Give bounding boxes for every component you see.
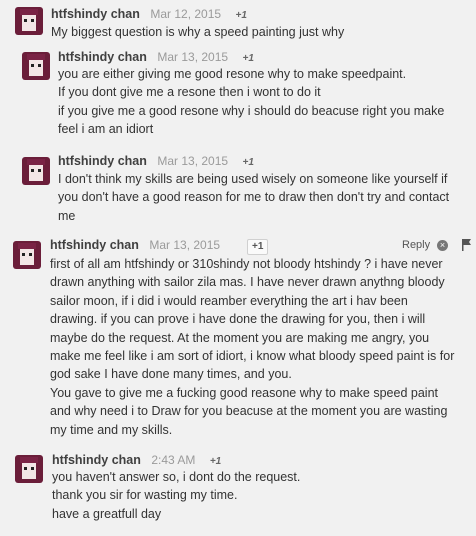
comment-line: sailor moon, if i did i would reamber ev…	[50, 293, 408, 308]
comment-text: you are either giving me good resone why…	[58, 65, 444, 139]
comment-line: you don't have a good reason for me to d…	[58, 190, 450, 205]
avatar[interactable]	[13, 241, 41, 269]
comment-1: htfshindy chan Mar 12, 2015 +1 My bigges…	[0, 0, 476, 48]
comment-line: you are either giving me good resone why…	[58, 67, 407, 81]
comment-date[interactable]: Mar 13, 2015	[157, 50, 228, 64]
comment-line: and why need i to Draw for you beacuse a…	[50, 404, 448, 419]
comment-text: you haven't answer so, i dont do the req…	[52, 468, 300, 523]
comment-line: my time and my skills.	[50, 422, 173, 437]
plus-one-count[interactable]: +1	[236, 10, 247, 21]
flag-icon[interactable]	[462, 239, 472, 251]
author-name[interactable]: htfshindy chan	[52, 453, 141, 467]
comment-line: god sake I have done many times, and you…	[50, 367, 292, 382]
comment-line: You gave to give me a fucking good reaso…	[50, 385, 438, 400]
plus-one-count[interactable]: +1	[243, 53, 254, 64]
avatar[interactable]	[15, 7, 43, 35]
comment-text: first of all am htfshindy or 310shindy n…	[50, 255, 454, 439]
avatar-image	[15, 455, 43, 483]
author-name[interactable]: htfshindy chan	[51, 7, 140, 21]
avatar[interactable]	[15, 455, 43, 483]
comment-text: I don't think my skills are being used w…	[58, 170, 449, 225]
author-name[interactable]: htfshindy chan	[58, 154, 147, 168]
comment-date[interactable]: Mar 13, 2015	[157, 154, 228, 168]
comment-line: My biggest question is why a speed paint…	[51, 25, 345, 39]
close-icon[interactable]: ×	[437, 240, 448, 251]
comment-header: htfshindy chan 2:43 AM +1	[52, 451, 221, 469]
plus-one-button[interactable]: +1	[247, 239, 269, 255]
reply-link[interactable]: Reply	[402, 239, 430, 251]
comment-date[interactable]: Mar 12, 2015	[150, 7, 221, 21]
avatar-image	[22, 157, 50, 185]
comment-4: htfshindy chan Mar 13, 2015 +1 Reply × f…	[0, 235, 476, 437]
comment-line: have a greatfull day	[52, 506, 162, 521]
comment-text: My biggest question is why a speed paint…	[51, 23, 344, 41]
plus-one-count[interactable]: +1	[243, 157, 254, 168]
comment-line: if you give me a good resone why i shoul…	[58, 103, 445, 118]
comment-line: drawing. if you can prove i have done th…	[50, 312, 426, 327]
avatar[interactable]	[22, 157, 50, 185]
comment-line: me	[58, 208, 76, 223]
avatar-image	[13, 241, 41, 269]
avatar-image	[15, 7, 43, 35]
comment-line: thank you sir for wasting my time.	[52, 488, 238, 503]
comment-date[interactable]: Mar 13, 2015	[149, 238, 220, 252]
comment-5: htfshindy chan 2:43 AM +1 you haven't an…	[0, 450, 476, 530]
comment-line: I don't think my skills are being used w…	[58, 172, 448, 186]
avatar[interactable]	[22, 52, 50, 80]
comment-header: htfshindy chan Mar 13, 2015 +1	[58, 48, 254, 66]
comment-line: drawn anything with sailor zila mas. I h…	[50, 275, 445, 290]
comment-line: first of all am htfshindy or 310shindy n…	[50, 257, 443, 271]
comment-line: you haven't answer so, i dont do the req…	[52, 470, 301, 484]
comment-header: htfshindy chan Mar 13, 2015 +1	[58, 152, 254, 170]
comment-line: If you dont give me a resone then i wont…	[58, 85, 321, 100]
comment-2: htfshindy chan Mar 13, 2015 +1 you are e…	[0, 46, 476, 146]
author-name[interactable]: htfshindy chan	[50, 238, 139, 252]
author-name[interactable]: htfshindy chan	[58, 50, 147, 64]
comment-line: feel i am an idiort	[58, 122, 154, 137]
avatar-image	[22, 52, 50, 80]
comment-line: maybe do the request. At the moment you …	[50, 330, 430, 345]
comment-header: htfshindy chan Mar 12, 2015 +1	[51, 5, 247, 23]
comment-line: make me feel like i am sort of idiort, i…	[50, 349, 455, 364]
comment-header: htfshindy chan Mar 13, 2015	[50, 236, 220, 254]
comment-3: htfshindy chan Mar 13, 2015 +1 I don't t…	[0, 151, 476, 231]
comment-date[interactable]: 2:43 AM	[151, 453, 195, 467]
plus-one-count[interactable]: +1	[210, 456, 221, 467]
